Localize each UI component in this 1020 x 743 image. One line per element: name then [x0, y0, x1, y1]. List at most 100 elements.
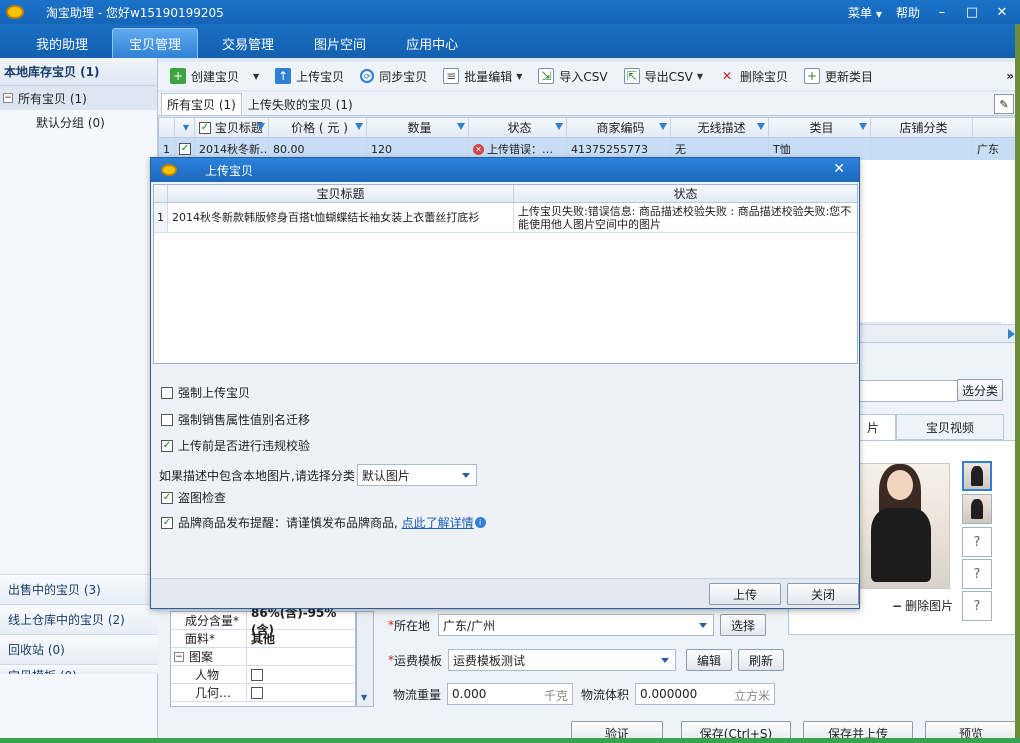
scroll-down-icon[interactable]: ▼ — [361, 693, 367, 702]
row-checkbox[interactable]: ✓ — [179, 143, 191, 155]
tab-upload-failed[interactable]: 上传失败的宝贝 (1) — [242, 93, 359, 115]
tab-item-video[interactable]: 宝贝视频 — [896, 414, 1004, 440]
brand-notice-checkbox[interactable]: ✓ — [161, 516, 173, 529]
collapse-icon[interactable]: − — [174, 651, 184, 662]
image-thumb[interactable] — [962, 494, 992, 524]
brand-details-link[interactable]: 点此了解详情 — [402, 514, 474, 531]
import-csv-button[interactable]: ⇲ 导入CSV — [532, 64, 613, 88]
edit-columns-icon[interactable]: ✎ — [994, 94, 1014, 114]
force-alias-checkbox[interactable] — [161, 413, 173, 426]
location-row: * 所在地 广东/广州 选择 — [388, 614, 767, 636]
grid-col-price[interactable]: 价格 ( 元 ) — [269, 118, 367, 137]
filter-icon[interactable] — [257, 123, 265, 130]
grid-col-status[interactable]: 状态 — [469, 118, 567, 137]
attr-row[interactable]: 面料* 其他 — [171, 630, 355, 648]
scroll-right-icon[interactable] — [1008, 329, 1015, 339]
local-image-category-select[interactable]: 默认图片 — [356, 464, 477, 486]
section-recycle-bin[interactable]: 回收站 (0) — [0, 634, 158, 664]
dialog-close-button[interactable]: 关闭 — [787, 583, 859, 605]
filter-arrow-icon[interactable]: ▼ — [183, 123, 189, 132]
attr-row[interactable]: 几何… — [171, 684, 355, 702]
close-icon[interactable]: ✕ — [994, 5, 1010, 20]
filter-icon[interactable] — [457, 123, 465, 130]
empty-image-slot[interactable]: ? — [962, 527, 992, 557]
shipping-template-select[interactable]: 运费模板测试 — [448, 649, 677, 671]
nav-tab-app-center[interactable]: 应用中心 — [390, 28, 474, 58]
maximize-icon[interactable]: □ — [964, 5, 980, 20]
dialog-upload-button[interactable]: 上传 — [709, 583, 781, 605]
nav-tab-trade[interactable]: 交易管理 — [206, 28, 290, 58]
export-csv-button[interactable]: ⇱ 导出CSV ▼ — [618, 64, 709, 88]
filter-icon[interactable] — [859, 123, 867, 130]
update-category-button[interactable]: + 更新类目 — [798, 64, 879, 88]
force-upload-checkbox[interactable] — [161, 386, 173, 399]
filter-icon[interactable] — [355, 123, 363, 130]
grid-col-category[interactable]: 类目 — [769, 118, 871, 137]
col-status[interactable]: 状态 — [514, 185, 857, 202]
upload-item-button[interactable]: ↑ 上传宝贝 — [269, 64, 350, 88]
grid-col-title[interactable]: ✓ 宝贝标题 — [195, 118, 269, 137]
nav-tab-assistant[interactable]: 我的助理 — [20, 28, 104, 58]
theft-check-checkbox[interactable]: ✓ — [161, 491, 173, 504]
category-search-input[interactable] — [858, 380, 958, 402]
window-edge — [1015, 24, 1020, 738]
delete-image-button[interactable]: − 删除图片 — [892, 597, 953, 614]
collapse-icon[interactable]: − — [3, 93, 13, 103]
help-button[interactable]: 帮助 — [896, 4, 920, 21]
filter-icon[interactable] — [555, 123, 563, 130]
attr-checkbox[interactable] — [251, 686, 263, 699]
section-on-sale[interactable]: 出售中的宝贝 (3) — [0, 574, 158, 604]
nav-tab-image-space[interactable]: 图片空间 — [298, 28, 382, 58]
grid-col-shop-category[interactable]: 店铺分类 — [871, 118, 973, 137]
select-category-button[interactable]: 选分类 — [957, 379, 1003, 401]
delete-item-button[interactable]: ✕ 删除宝贝 — [713, 64, 794, 88]
select-all-checkbox[interactable]: ✓ — [199, 121, 211, 134]
attributes-scrollbar[interactable]: ▼ — [356, 611, 374, 707]
dialog-title-bar[interactable]: 上传宝贝 ✕ — [151, 158, 859, 182]
empty-image-slot[interactable]: ? — [962, 591, 992, 621]
dialog-close-icon[interactable]: ✕ — [833, 161, 845, 177]
shipping-edit-button[interactable]: 编辑 — [686, 649, 733, 671]
grid-col-wireless[interactable]: 无线描述 — [671, 118, 769, 137]
tree-item-all-items[interactable]: − 所有宝贝 (1) — [0, 86, 157, 110]
minimize-icon[interactable]: – — [934, 5, 950, 20]
shipping-refresh-button[interactable]: 刷新 — [738, 649, 785, 671]
filter-icon[interactable] — [757, 123, 765, 130]
batch-edit-button[interactable]: ≡ 批量编辑 ▼ — [437, 64, 528, 88]
empty-image-slot[interactable]: ? — [962, 559, 992, 589]
dropdown-arrow-icon[interactable]: ▼ — [516, 72, 522, 81]
attr-row[interactable]: − 图案 — [171, 648, 355, 666]
create-item-button[interactable]: + 创建宝贝 ▼ — [164, 64, 265, 88]
nav-tab-item-management[interactable]: 宝贝管理 — [112, 28, 199, 58]
weight-input[interactable]: 0.000 千克 — [447, 683, 574, 705]
filter-icon[interactable] — [659, 123, 667, 130]
section-templates[interactable]: 宝贝模板 (0) — [0, 664, 158, 674]
violation-check-checkbox[interactable]: ✓ — [161, 439, 173, 452]
sync-item-button[interactable]: ⟳ 同步宝贝 — [354, 64, 433, 88]
col-item-title[interactable]: 宝贝标题 — [168, 185, 514, 202]
menu-button[interactable]: 菜单 ▼ — [848, 4, 882, 21]
dropdown-arrow-icon[interactable]: ▼ — [253, 72, 259, 81]
attr-row[interactable]: 成分含量* 86%(含)-95%(含) — [171, 606, 355, 637]
volume-input[interactable]: 0.000000 立方米 — [635, 683, 776, 705]
option-force-upload[interactable]: 强制上传宝贝 — [161, 384, 250, 401]
attr-checkbox[interactable] — [251, 668, 263, 681]
option-violation-check[interactable]: ✓ 上传前是否进行违规校验 — [161, 437, 310, 454]
tab-all-items[interactable]: 所有宝贝 (1) — [161, 93, 242, 115]
grid-col-code[interactable]: 商家编码 — [567, 118, 671, 137]
left-bottom-sections: 出售中的宝贝 (3) 线上仓库中的宝贝 (2) 回收站 (0) 宝贝模板 (0) — [0, 574, 158, 674]
grid-col-qty[interactable]: 数量 — [367, 118, 469, 137]
table-row[interactable]: 1 2014秋冬新款韩版修身百搭t恤蝴蝶结长袖女装上衣蕾丝打底衫 上传宝贝失败:… — [154, 203, 857, 233]
section-online-warehouse[interactable]: 线上仓库中的宝贝 (2) — [0, 604, 158, 634]
image-thumb[interactable] — [962, 461, 992, 491]
location-select-button[interactable]: 选择 — [720, 614, 767, 636]
row-index: 1 — [154, 203, 168, 232]
attr-row[interactable]: 人物 — [171, 666, 355, 684]
option-force-alias-migrate[interactable]: 强制销售属性值别名迁移 — [161, 411, 310, 428]
product-main-image[interactable] — [858, 463, 950, 589]
tree-item-default-group[interactable]: 默认分组 (0) — [0, 110, 157, 134]
option-theft-check[interactable]: ✓ 盗图检查 — [161, 489, 226, 506]
location-select[interactable]: 广东/广州 — [438, 614, 715, 636]
dropdown-arrow-icon[interactable]: ▼ — [697, 72, 703, 81]
option-brand-notice[interactable]: ✓ 品牌商品发布提醒：请谨慎发布品牌商品, 点此了解详情 i — [161, 514, 486, 531]
